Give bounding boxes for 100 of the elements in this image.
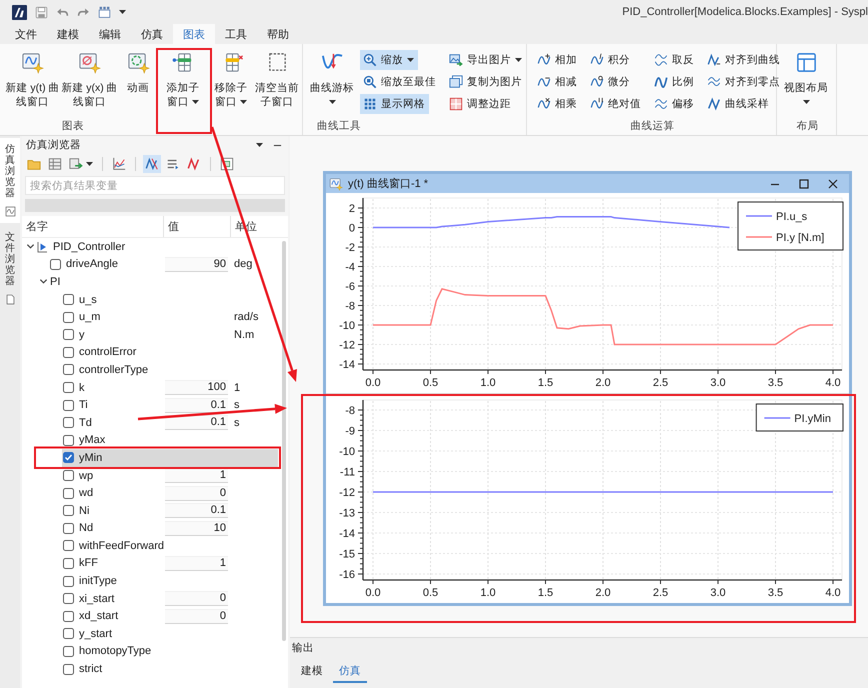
ribbon-button[interactable]: 相减 (534, 72, 581, 92)
menu-tab[interactable]: 文件 (5, 24, 47, 44)
menu-tab[interactable]: 建模 (47, 24, 89, 44)
checkbox[interactable] (63, 488, 74, 499)
tree-row[interactable]: wp 1 (62, 466, 278, 484)
checkbox[interactable] (63, 610, 74, 622)
ribbon-button[interactable]: 视图布局 (781, 44, 831, 104)
panel-tab[interactable]: 仿真 (333, 664, 367, 683)
checkbox[interactable] (63, 646, 74, 657)
checkbox[interactable] (63, 417, 74, 428)
value-field[interactable]: 0 (165, 486, 228, 501)
ribbon-button[interactable]: 相乘 (534, 94, 581, 114)
tree-row[interactable]: u_s (62, 290, 278, 308)
value-field[interactable]: 0 (165, 608, 228, 624)
checkbox[interactable] (63, 576, 74, 587)
ribbon-button[interactable]: 积分 (587, 50, 634, 70)
tree-row[interactable]: controlError (62, 344, 278, 362)
tree-row[interactable]: wd 0 (62, 484, 278, 502)
ribbon-button[interactable]: 相加 (534, 50, 581, 70)
tree-row[interactable]: Td 0.1 s (62, 414, 278, 432)
ribbon-button[interactable]: 对齐到曲线 (704, 50, 784, 70)
checkbox[interactable] (63, 505, 74, 516)
checkbox[interactable] (50, 258, 61, 270)
tree-row[interactable]: Nd 10 (62, 520, 278, 538)
checkbox[interactable] (63, 558, 74, 569)
ribbon-button[interactable]: 绝对值 (587, 94, 645, 114)
panel-tab[interactable]: 建模 (295, 664, 329, 683)
tree-row[interactable]: PI (49, 273, 278, 291)
tree-row[interactable]: k 100 1 (62, 378, 278, 396)
tree-row[interactable]: withFeedForward (62, 537, 278, 555)
value-field[interactable]: 1 (165, 468, 228, 484)
tree-row[interactable]: u_m rad/s (62, 308, 278, 326)
tree-row[interactable]: y N.m (62, 326, 278, 344)
checkbox[interactable] (63, 628, 74, 640)
ribbon-button[interactable]: 导出图片 (446, 50, 526, 70)
ribbon-button[interactable]: 新建 y(t) 曲线窗口 (4, 44, 61, 109)
tree-row[interactable]: Ti 0.1 s (62, 396, 278, 414)
tree-row[interactable]: driveAngle 90 deg (49, 256, 278, 274)
checkbox[interactable] (63, 434, 74, 446)
checkbox[interactable] (63, 540, 74, 552)
side-tab[interactable]: 仿真浏览器 (0, 138, 20, 223)
tree-row[interactable]: xi_start 0 (62, 590, 278, 608)
ribbon-button[interactable]: 比例 (651, 72, 698, 92)
ribbon-button[interactable]: 动画 (118, 44, 158, 95)
tree-row[interactable]: homotopyType (62, 642, 278, 660)
checkbox[interactable] (63, 294, 74, 306)
ribbon-button[interactable]: 新建 y(x) 曲线窗口 (61, 44, 118, 109)
redo-icon[interactable] (77, 6, 90, 18)
menu-tab[interactable]: 编辑 (89, 24, 131, 44)
tree-row[interactable]: Ni 0.1 (62, 502, 278, 520)
tree-row[interactable]: PID_Controller (36, 238, 278, 256)
search-field[interactable]: 搜索仿真结果变量 (25, 176, 285, 195)
menu-tab[interactable]: 工具 (215, 24, 257, 44)
caret-icon[interactable] (256, 143, 263, 147)
ribbon-button[interactable]: 对齐到零点 (704, 72, 784, 92)
tree-row[interactable]: xd_start 0 (62, 607, 278, 626)
checkbox[interactable] (63, 593, 74, 604)
checkbox[interactable] (63, 312, 74, 323)
checkbox[interactable] (63, 382, 74, 394)
curve-select-button[interactable] (143, 155, 161, 173)
caret-icon[interactable] (119, 10, 126, 14)
ribbon-button[interactable]: 移除子窗口 (208, 44, 254, 109)
tree-row[interactable]: kFF 1 (62, 554, 278, 572)
ribbon-button[interactable]: 曲线采样 (704, 94, 773, 114)
value-field[interactable]: 0.1 (165, 415, 228, 430)
value-field[interactable]: 0 (165, 591, 228, 606)
checkbox[interactable] (63, 522, 74, 534)
side-tab[interactable]: 文件浏览器 (0, 226, 20, 311)
chevron-down-icon[interactable] (26, 242, 34, 252)
toolbar-icon[interactable] (98, 6, 111, 18)
ribbon-button[interactable]: 添加子窗口 (158, 44, 208, 109)
checkbox[interactable] (63, 346, 74, 358)
ribbon-button[interactable]: 显示网格 (360, 94, 429, 114)
ribbon-button[interactable]: 缩放 (360, 50, 418, 70)
tree-row[interactable]: y_start (62, 625, 278, 643)
ribbon-button[interactable]: 复制为图片 (446, 72, 526, 92)
tree-row[interactable]: strict (62, 660, 278, 678)
chevron-down-icon[interactable] (38, 277, 48, 286)
ribbon-button[interactable]: 偏移 (651, 94, 698, 114)
value-field[interactable]: 0.1 (165, 503, 228, 518)
tree-row[interactable]: yMax (62, 432, 278, 450)
ribbon-button[interactable]: 微分 (587, 72, 634, 92)
value-field[interactable]: 90 (165, 256, 228, 272)
value-field[interactable]: 1 (165, 556, 228, 571)
tree-row[interactable]: controllerType (62, 361, 278, 379)
value-field[interactable]: 100 (165, 380, 228, 396)
checkbox[interactable] (63, 664, 74, 675)
checkbox[interactable] (63, 400, 74, 411)
ribbon-button[interactable]: 清空当前子窗口 (254, 44, 300, 109)
scrollbar-thumb[interactable] (282, 241, 286, 641)
undo-icon[interactable] (56, 6, 69, 18)
value-field[interactable]: 0.1 (165, 398, 228, 413)
tree-row[interactable]: initType (62, 572, 278, 590)
ribbon-button[interactable]: 缩放至最佳 (360, 72, 440, 92)
save-icon[interactable] (35, 6, 48, 18)
menu-tab[interactable]: 仿真 (131, 24, 173, 44)
tree-row[interactable]: yMin (62, 449, 278, 467)
ribbon-button[interactable]: 调整边距 (446, 94, 515, 114)
checkbox[interactable] (63, 329, 74, 340)
value-field[interactable]: 10 (165, 520, 228, 536)
